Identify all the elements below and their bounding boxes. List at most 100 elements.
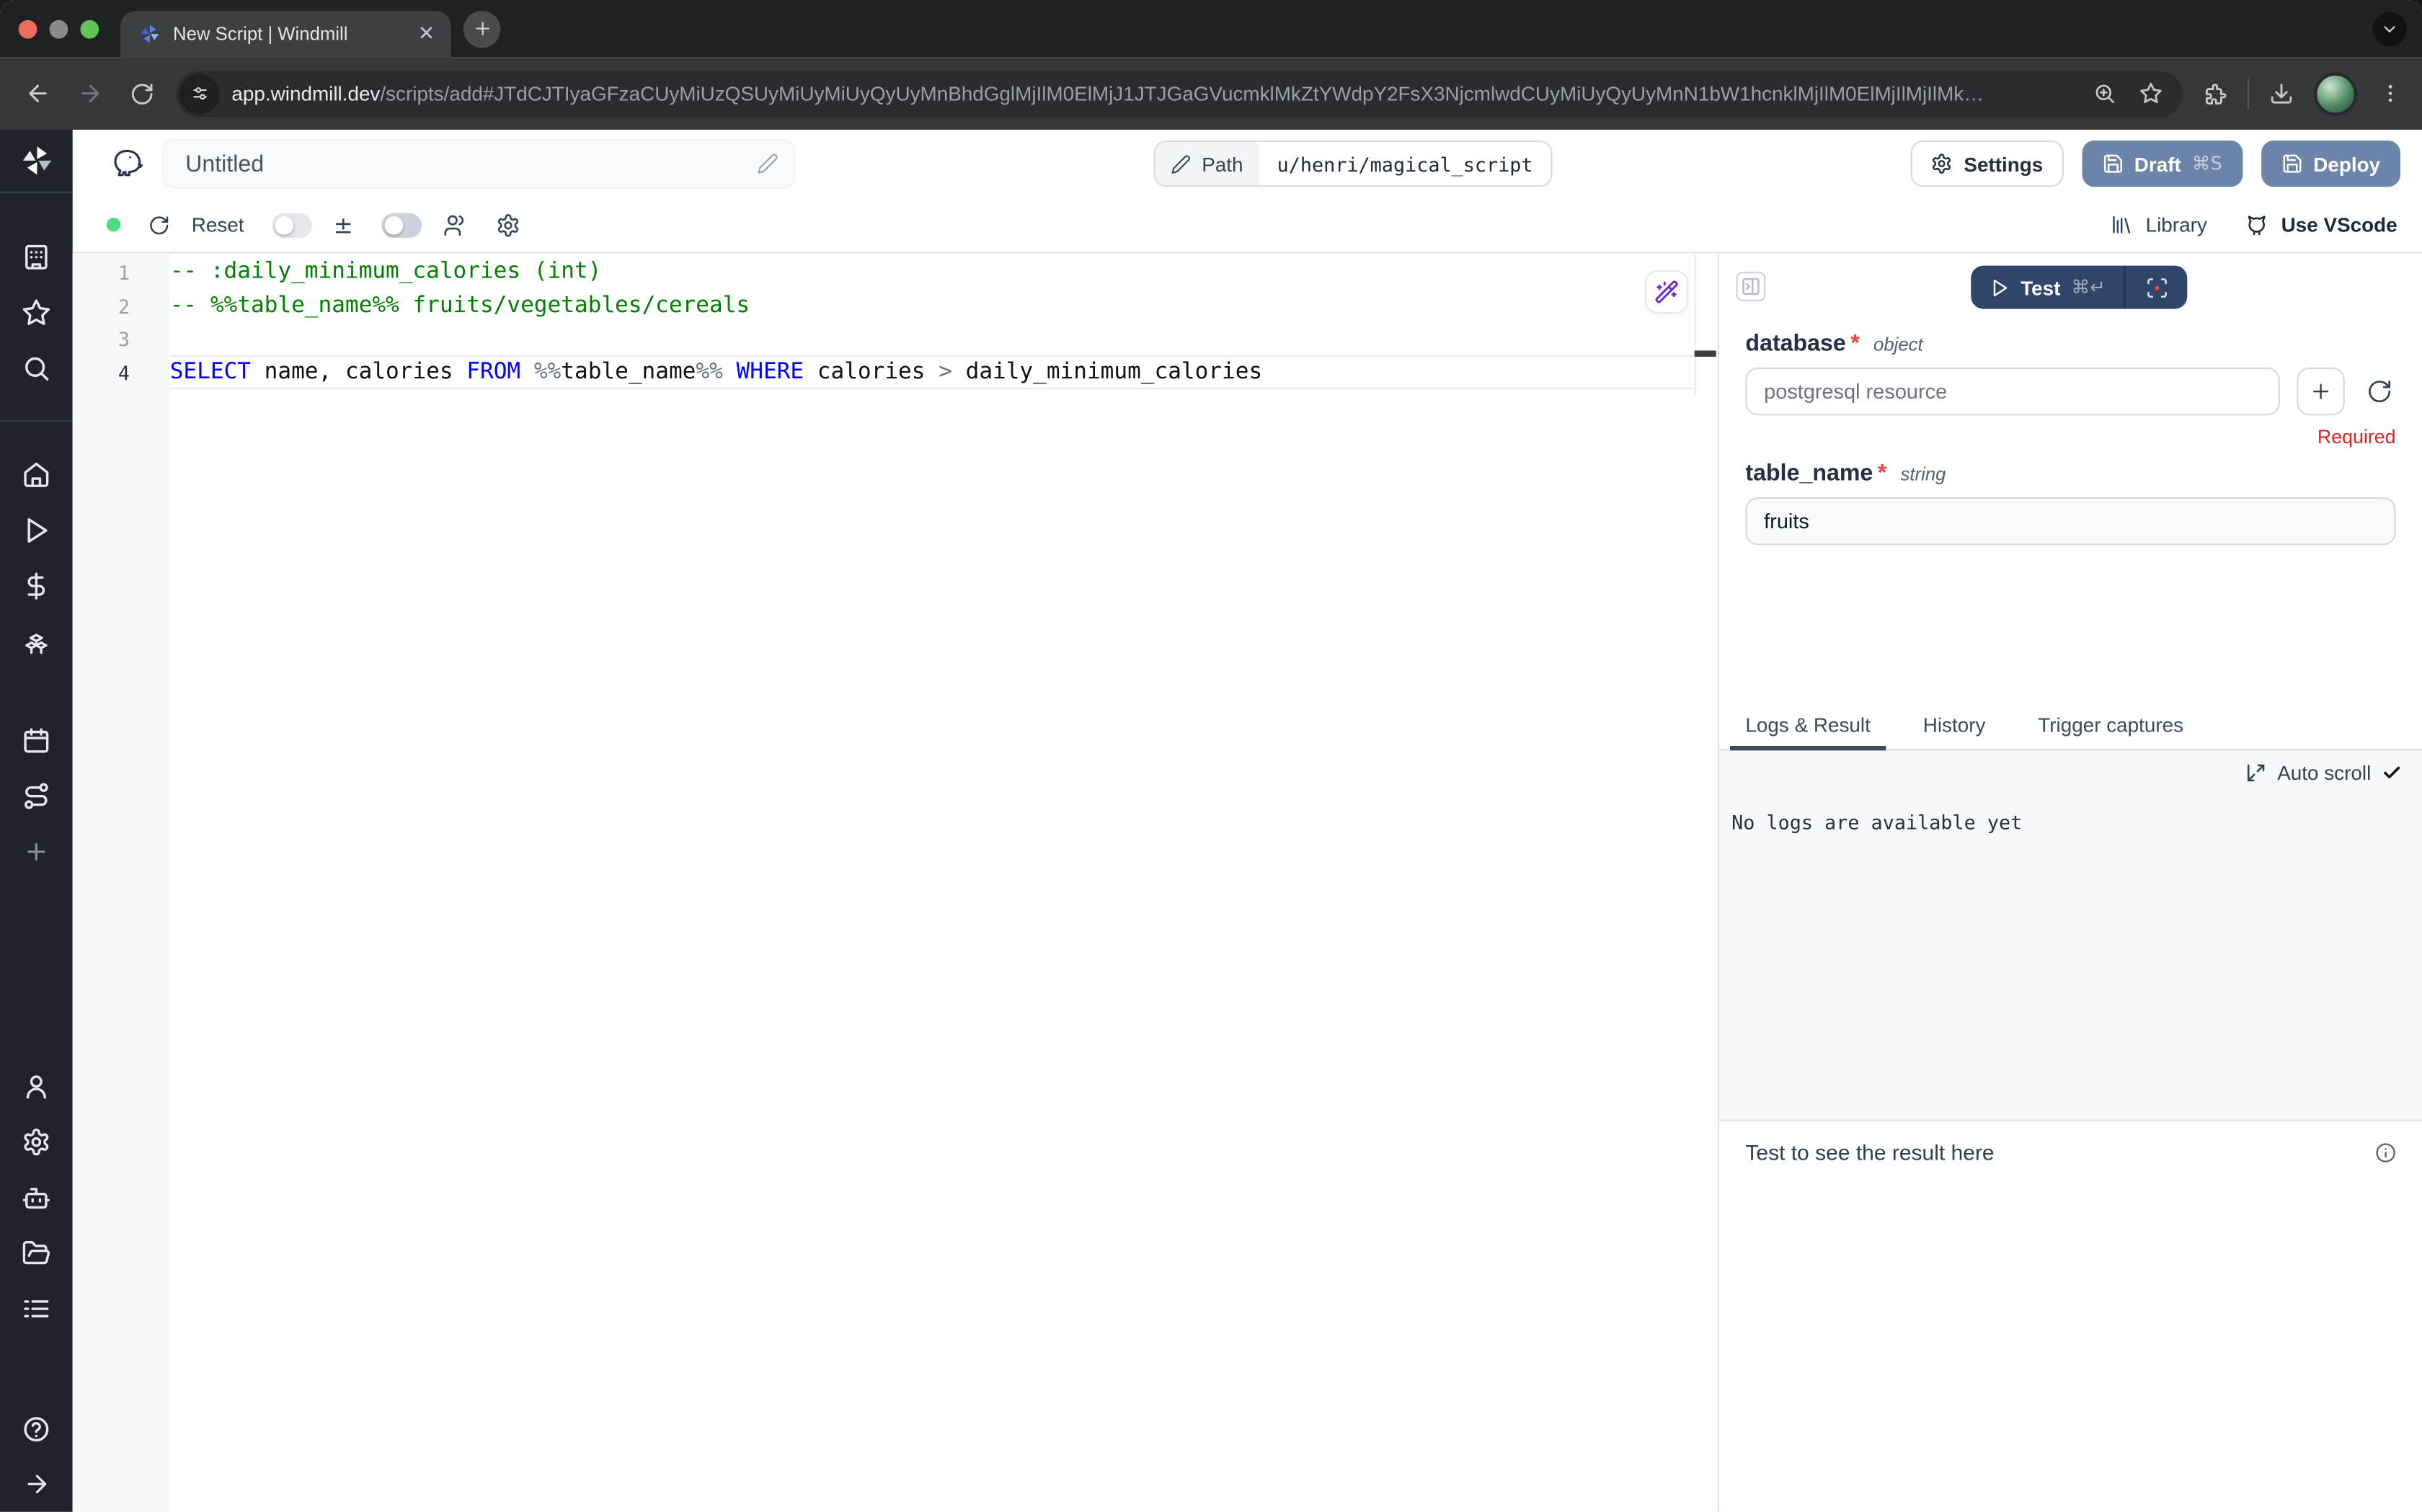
required-asterisk: * [1878, 461, 1887, 486]
downloads-button[interactable] [2264, 76, 2298, 110]
result-placeholder-row: Test to see the result here [1719, 1121, 2422, 1165]
panel-right-icon [1741, 277, 1761, 297]
close-window-button[interactable] [19, 19, 37, 38]
sidebar-item-workers[interactable] [0, 1169, 73, 1224]
sidebar-item-resources[interactable] [0, 613, 73, 669]
new-tab-button[interactable] [463, 10, 500, 47]
sidebar-item-workspace[interactable] [0, 228, 73, 284]
sidebar-expand-button[interactable] [0, 1457, 73, 1512]
back-button[interactable] [19, 75, 56, 112]
arrow-right-icon [22, 1470, 50, 1498]
toolbar-divider [2248, 78, 2249, 109]
browser-toolbar: app.windmill.dev/scripts/add#JTdCJTIyaGF… [0, 57, 2422, 130]
save-icon [2102, 153, 2124, 174]
overview-ruler [1695, 253, 1696, 395]
reload-button[interactable] [123, 75, 160, 112]
browser-tabstrip: New Script | Windmill ✕ [0, 0, 2422, 57]
vscode-label: Use VScode [2281, 213, 2397, 236]
minimize-window-button[interactable] [50, 19, 68, 38]
editor-settings-gear-icon[interactable] [495, 213, 520, 237]
field-label-table-name: table_name* string [1745, 461, 2395, 486]
multiplayer-toggle[interactable] [381, 213, 421, 237]
tab-history[interactable]: History [1907, 704, 2001, 750]
settings-button[interactable]: Settings [1912, 141, 2064, 187]
help-circle-icon [22, 1414, 51, 1444]
field-type: object [1873, 334, 1923, 355]
autoscroll-control[interactable]: Auto scroll [1719, 750, 2422, 784]
draft-button[interactable]: Draft ⌘S [2082, 141, 2243, 187]
sidebar-item-schedules[interactable] [0, 712, 73, 768]
logs-empty-message: No logs are available yet [1731, 811, 2422, 834]
database-resource-input[interactable] [1745, 368, 2279, 415]
browser-tab[interactable]: New Script | Windmill ✕ [120, 11, 451, 57]
sidebar-item-search[interactable] [0, 339, 73, 395]
collapse-panel-button[interactable] [1736, 272, 1766, 301]
sidebar-nav [0, 130, 73, 1512]
code-line[interactable]: 1-- :daily_minimum_calories (int) [73, 257, 1718, 290]
code-line[interactable]: 4SELECT name, calories FROM %%table_name… [73, 356, 1718, 389]
browser-menu-button[interactable] [2372, 76, 2406, 110]
sidebar-item-settings[interactable] [0, 1113, 73, 1169]
line-number: 1 [73, 257, 170, 290]
user-icon [22, 1071, 51, 1100]
tab-logs-result[interactable]: Logs & Result [1730, 704, 1886, 750]
info-icon[interactable] [2374, 1141, 2397, 1164]
script-args-form: database* object Required [1719, 309, 2422, 546]
ai-assistant-button[interactable] [1645, 270, 1688, 313]
expand-icon[interactable] [2246, 763, 2266, 783]
reload-icon [130, 81, 154, 106]
sidebar-item-audit-logs[interactable] [0, 1280, 73, 1335]
refresh-resources-button[interactable] [2361, 375, 2395, 409]
assets-toggle[interactable] [272, 213, 312, 237]
star-icon [22, 298, 51, 327]
script-name-field[interactable] [162, 139, 796, 189]
cat-icon [2244, 213, 2268, 237]
required-error: Required [1745, 426, 2395, 448]
library-button[interactable]: Library [2110, 213, 2206, 236]
sidebar-item-help[interactable] [0, 1401, 73, 1457]
address-bar[interactable]: app.windmill.dev/scripts/add#JTdCJTIyaGF… [176, 71, 2183, 117]
extensions-button[interactable] [2198, 76, 2232, 110]
check-icon [2382, 763, 2402, 783]
tab-search-button[interactable] [2372, 12, 2406, 46]
sidebar-item-variables[interactable] [0, 558, 73, 613]
reset-button[interactable]: Reset [148, 213, 244, 236]
code-line[interactable]: 3 [73, 323, 1718, 356]
site-settings-icon[interactable] [179, 74, 220, 114]
plus-icon [2310, 380, 2333, 403]
code-editor[interactable]: 1-- :daily_minimum_calories (int)2-- %%t… [73, 253, 1718, 1511]
sidebar-item-favorites[interactable] [0, 284, 73, 339]
code-line[interactable]: 2-- %%table_name%% fruits/vegetables/cer… [73, 290, 1718, 323]
url-text[interactable]: app.windmill.dev/scripts/add#JTdCJTIyaGF… [231, 82, 2074, 105]
sidebar-item-runs[interactable] [0, 502, 73, 557]
users-icon[interactable] [443, 213, 467, 237]
sidebar-item-folders[interactable] [0, 1224, 73, 1280]
forward-button[interactable] [71, 75, 108, 112]
deploy-button[interactable]: Deploy [2261, 141, 2400, 187]
tab-trigger-captures[interactable]: Trigger captures [2023, 704, 2199, 750]
table-name-input[interactable] [1745, 497, 2395, 545]
route-icon [22, 781, 51, 810]
use-vscode-button[interactable]: Use VScode [2244, 213, 2397, 237]
profile-avatar[interactable] [2314, 72, 2357, 115]
test-focus-button[interactable] [2126, 266, 2188, 309]
diff-icon[interactable]: ± [334, 211, 353, 239]
sidebar-item-home[interactable] [0, 446, 73, 502]
url-path: /scripts/add#JTdCJTIyaGFzaCUyMiUzQSUyMiU… [380, 82, 1984, 105]
sidebar-item-users[interactable] [0, 1058, 73, 1113]
add-resource-button[interactable] [2297, 368, 2344, 415]
script-name-input[interactable] [182, 149, 757, 179]
windmill-logo-icon[interactable] [0, 130, 73, 192]
zoom-page-button[interactable] [2087, 76, 2121, 110]
path-chip[interactable]: Path u/henri/magical_script [1154, 141, 1553, 187]
bookmark-button[interactable] [2133, 76, 2167, 110]
tab-close-icon[interactable]: ✕ [414, 22, 438, 46]
test-button-group: Test ⌘↵ [1971, 266, 2188, 309]
code-lines[interactable]: 1-- :daily_minimum_calories (int)2-- %%t… [73, 253, 1718, 389]
header-buttons: Settings Draft ⌘S Deploy [1912, 141, 2400, 187]
zoom-window-button[interactable] [80, 19, 99, 38]
test-button[interactable]: Test ⌘↵ [1971, 266, 2124, 309]
pencil-icon[interactable] [757, 153, 778, 174]
sidebar-item-add[interactable] [0, 823, 73, 879]
sidebar-item-flows[interactable] [0, 768, 73, 823]
